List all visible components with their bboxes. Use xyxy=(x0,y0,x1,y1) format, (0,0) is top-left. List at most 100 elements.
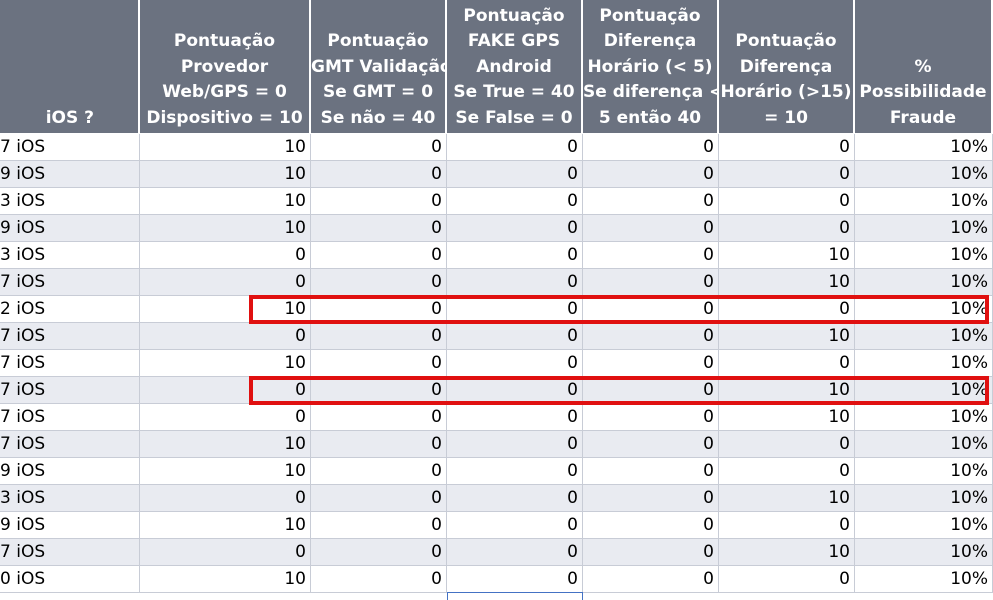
table-cell[interactable]: 7 iOS xyxy=(0,350,140,376)
table-cell[interactable]: 0 xyxy=(583,215,719,241)
table-cell[interactable]: 0 xyxy=(311,242,447,268)
table-cell[interactable]: 0 xyxy=(583,323,719,349)
table-cell[interactable]: 0 xyxy=(719,296,855,322)
table-cell[interactable]: 0 xyxy=(447,458,583,484)
table-cell[interactable]: 10% xyxy=(855,350,993,376)
table-cell[interactable]: 10 xyxy=(140,566,311,592)
table-cell[interactable]: 0 xyxy=(311,512,447,538)
table-cell[interactable]: 0 iOS xyxy=(0,566,140,592)
table-cell[interactable]: 10% xyxy=(855,134,993,160)
table-cell[interactable]: 0 xyxy=(447,296,583,322)
table-cell[interactable]: 10% xyxy=(855,512,993,538)
table-cell[interactable]: 10% xyxy=(855,539,993,565)
table-cell[interactable]: 0 xyxy=(583,431,719,457)
header-col-gmt[interactable]: Pontuação GMT Validação Se GMT = 0 Se não =… xyxy=(311,0,447,133)
table-cell[interactable]: 10% xyxy=(855,296,993,322)
table-cell[interactable]: 0 xyxy=(140,485,311,511)
table-cell[interactable]: 0 xyxy=(311,134,447,160)
table-cell[interactable]: 10 xyxy=(719,377,855,403)
table-cell[interactable]: 10 xyxy=(140,215,311,241)
table-cell[interactable]: 0 xyxy=(719,161,855,187)
table-cell[interactable]: 7 iOS xyxy=(0,377,140,403)
table-cell[interactable]: 0 xyxy=(311,458,447,484)
table-cell[interactable]: 0 xyxy=(447,215,583,241)
table-cell[interactable]: 10% xyxy=(855,431,993,457)
table-cell[interactable]: 0 xyxy=(447,566,583,592)
table-cell[interactable]: 0 xyxy=(583,188,719,214)
table-cell[interactable]: 10 xyxy=(719,242,855,268)
table-cell[interactable]: 0 xyxy=(447,161,583,187)
table-cell[interactable]: 10% xyxy=(855,566,993,592)
table-cell[interactable]: 0 xyxy=(447,512,583,538)
header-col-provedor[interactable]: Pontuação Provedor Web/GPS = 0 Dispositivo … xyxy=(140,0,311,133)
table-cell[interactable]: 0 xyxy=(583,566,719,592)
table-cell[interactable]: 0 xyxy=(447,269,583,295)
table-cell[interactable]: 0 xyxy=(719,350,855,376)
table-cell[interactable]: 0 xyxy=(311,431,447,457)
table-cell[interactable]: 10 xyxy=(140,512,311,538)
table-cell[interactable]: 0 xyxy=(583,161,719,187)
table-cell[interactable]: 7 iOS xyxy=(0,431,140,457)
table-cell[interactable]: 10 xyxy=(719,485,855,511)
table-cell[interactable]: 10% xyxy=(855,269,993,295)
table-cell[interactable]: 0 xyxy=(140,242,311,268)
table-cell[interactable]: 10 xyxy=(719,404,855,430)
table-cell[interactable]: 0 xyxy=(583,485,719,511)
selected-cell[interactable] xyxy=(447,592,583,600)
table-cell[interactable]: 10% xyxy=(855,215,993,241)
table-cell[interactable]: 10% xyxy=(855,242,993,268)
table-cell[interactable]: 0 xyxy=(447,377,583,403)
header-col-possibilidade[interactable]: % Possibilidade Fraude xyxy=(855,0,993,133)
header-col-fakegps[interactable]: Pontuação FAKE GPS Android Se True = 40 Se F… xyxy=(447,0,583,133)
table-cell[interactable]: 0 xyxy=(583,350,719,376)
table-cell[interactable]: 7 iOS xyxy=(0,539,140,565)
table-cell[interactable]: 0 xyxy=(140,323,311,349)
header-col-ios[interactable]: iOS ? xyxy=(0,0,140,133)
table-cell[interactable]: 0 xyxy=(140,377,311,403)
table-cell[interactable]: 10 xyxy=(719,269,855,295)
table-cell[interactable]: 9 iOS xyxy=(0,512,140,538)
table-cell[interactable]: 10 xyxy=(140,458,311,484)
header-col-dif-maior15[interactable]: Pontuação Diferença Horário (>15) = 10 xyxy=(719,0,855,133)
table-cell[interactable]: 7 iOS xyxy=(0,269,140,295)
table-cell[interactable]: 3 iOS xyxy=(0,485,140,511)
table-cell[interactable]: 0 xyxy=(583,377,719,403)
table-cell[interactable]: 3 iOS xyxy=(0,242,140,268)
table-cell[interactable]: 0 xyxy=(583,512,719,538)
table-cell[interactable]: 0 xyxy=(583,296,719,322)
table-cell[interactable]: 0 xyxy=(140,404,311,430)
table-cell[interactable]: 0 xyxy=(311,350,447,376)
table-cell[interactable]: 0 xyxy=(719,512,855,538)
table-cell[interactable]: 0 xyxy=(447,242,583,268)
table-cell[interactable]: 0 xyxy=(583,242,719,268)
table-cell[interactable]: 0 xyxy=(311,377,447,403)
table-cell[interactable]: 0 xyxy=(447,539,583,565)
table-cell[interactable]: 10% xyxy=(855,404,993,430)
table-cell[interactable]: 10 xyxy=(140,188,311,214)
table-cell[interactable]: 0 xyxy=(583,269,719,295)
table-cell[interactable]: 0 xyxy=(311,404,447,430)
table-cell[interactable]: 0 xyxy=(311,539,447,565)
table-cell[interactable]: 0 xyxy=(311,188,447,214)
table-cell[interactable]: 10 xyxy=(719,323,855,349)
header-col-dif-menor5[interactable]: Pontuação Diferença Horário (< 5) Se difere… xyxy=(583,0,719,133)
table-cell[interactable]: 0 xyxy=(719,431,855,457)
table-cell[interactable]: 7 iOS xyxy=(0,134,140,160)
table-cell[interactable]: 10 xyxy=(140,134,311,160)
table-cell[interactable]: 0 xyxy=(447,134,583,160)
table-cell[interactable]: 0 xyxy=(447,485,583,511)
table-cell[interactable]: 10 xyxy=(140,296,311,322)
table-cell[interactable]: 0 xyxy=(583,458,719,484)
table-cell[interactable]: 0 xyxy=(583,404,719,430)
table-cell[interactable]: 0 xyxy=(719,134,855,160)
table-cell[interactable]: 0 xyxy=(447,323,583,349)
table-cell[interactable]: 10% xyxy=(855,323,993,349)
table-cell[interactable]: 0 xyxy=(140,269,311,295)
table-cell[interactable]: 10% xyxy=(855,377,993,403)
table-cell[interactable]: 0 xyxy=(447,431,583,457)
table-cell[interactable]: 0 xyxy=(719,188,855,214)
table-cell[interactable]: 9 iOS xyxy=(0,161,140,187)
table-cell[interactable]: 0 xyxy=(311,269,447,295)
table-cell[interactable]: 10 xyxy=(140,350,311,376)
table-cell[interactable]: 0 xyxy=(719,566,855,592)
